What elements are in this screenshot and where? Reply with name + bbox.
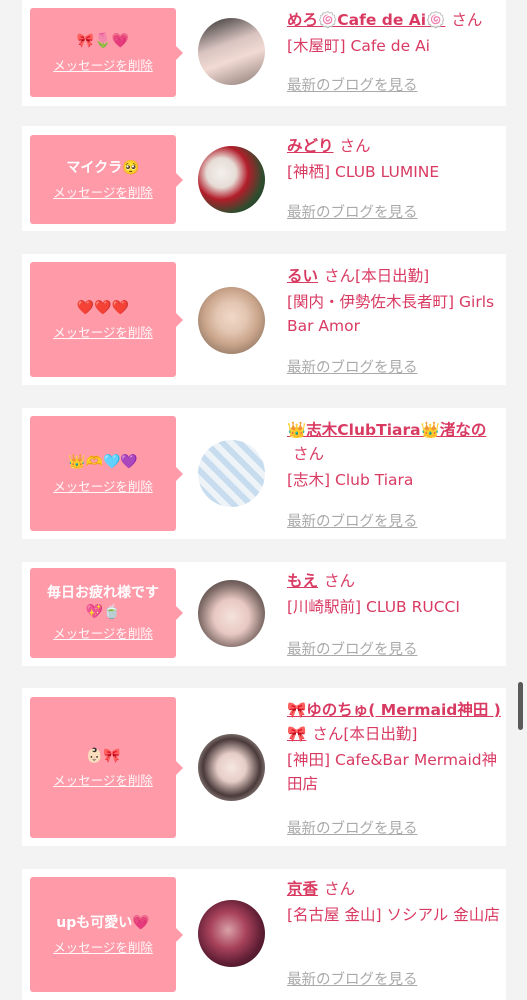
shop-label: [志木] Club Tiara: [287, 471, 414, 489]
avatar[interactable]: [198, 440, 265, 507]
message-bubble: 毎日お疲れ様です💖🍵 メッセージを削除: [30, 568, 183, 658]
delete-message-link[interactable]: メッセージを削除: [53, 626, 153, 642]
latest-blog-link[interactable]: 最新のブログを見る: [287, 74, 418, 95]
latest-blog-link[interactable]: 最新のブログを見る: [287, 356, 418, 377]
status-label: [本日出勤]: [355, 267, 430, 285]
cast-info: 👑志木ClubTiara👑渚なのさん [志木] Club Tiara: [287, 418, 501, 492]
cast-info: るい さん[本日出勤] [関内・伊勢佐木長者町] Girls Bar Amor: [287, 264, 501, 338]
message-text: ❤️❤️❤️: [76, 299, 130, 316]
message-card: 🎀🌷💗 メッセージを削除 めろ🍥Cafe de Ai🍥 さん [木屋町] Cafe…: [22, 0, 506, 106]
shop-label: [川崎駅前] CLUB RUCCI: [287, 598, 460, 616]
status-label: [本日出勤]: [343, 725, 418, 743]
delete-message-link[interactable]: メッセージを削除: [53, 479, 153, 495]
shop-label: [関内・伊勢佐木長者町] Girls Bar Amor: [287, 293, 495, 335]
latest-blog-link[interactable]: 最新のブログを見る: [287, 510, 418, 531]
shop-label: [神栖] CLUB LUMINE: [287, 163, 440, 181]
message-card: upも可愛い💗 メッセージを削除 京香 さん [名古屋 金山] ソシアル 金山店 …: [22, 869, 506, 1000]
message-card: 👶🏻🎀 メッセージを削除 🎀ゆのちゅ( Mermaid神田 )🎀 さん[本日出勤]…: [22, 688, 506, 846]
cast-name-link[interactable]: もえ: [287, 572, 318, 590]
cast-info: 🎀ゆのちゅ( Mermaid神田 )🎀 さん[本日出勤] [神田] Cafe&Ba…: [287, 698, 501, 796]
message-bubble: 🎀🌷💗 メッセージを削除: [30, 8, 183, 97]
avatar[interactable]: [198, 18, 265, 85]
message-text: 👶🏻🎀: [85, 747, 121, 764]
shop-label: [神田] Cafe&Bar Mermaid神田店: [287, 751, 498, 793]
delete-message-link[interactable]: メッセージを削除: [53, 773, 153, 789]
latest-blog-link[interactable]: 最新のブログを見る: [287, 201, 418, 222]
scrollbar[interactable]: [518, 682, 523, 730]
delete-message-link[interactable]: メッセージを削除: [53, 940, 153, 956]
cast-name-link[interactable]: めろ🍥Cafe de Ai🍥: [287, 11, 445, 29]
message-text: 🎀🌷💗: [76, 32, 130, 49]
delete-message-link[interactable]: メッセージを削除: [53, 185, 153, 201]
honorific: さん: [451, 11, 483, 29]
message-card: マイクラ🥺 メッセージを削除 みどり さん [神栖] CLUB LUMINE 最新…: [22, 126, 506, 231]
delete-message-link[interactable]: メッセージを削除: [53, 325, 153, 341]
message-card: 👑🫶🩵💜 メッセージを削除 👑志木ClubTiara👑渚なのさん [志木] Cl…: [22, 408, 506, 539]
avatar[interactable]: [198, 734, 265, 801]
latest-blog-link[interactable]: 最新のブログを見る: [287, 817, 418, 838]
message-text: 毎日お疲れ様です💖🍵: [47, 585, 159, 620]
cast-name-link[interactable]: 👑志木ClubTiara👑渚なの: [287, 421, 486, 439]
message-card: 毎日お疲れ様です💖🍵 メッセージを削除 もえ さん [川崎駅前] CLUB RUC…: [22, 562, 506, 666]
avatar[interactable]: [198, 146, 265, 213]
cast-info: もえ さん [川崎駅前] CLUB RUCCI: [287, 569, 501, 619]
avatar[interactable]: [198, 900, 265, 967]
avatar[interactable]: [198, 287, 265, 354]
message-card: ❤️❤️❤️ メッセージを削除 るい さん[本日出勤] [関内・伊勢佐木長者町] …: [22, 254, 506, 385]
message-text: upも可愛い💗: [56, 914, 150, 931]
message-bubble: upも可愛い💗 メッセージを削除: [30, 877, 183, 992]
message-bubble: ❤️❤️❤️ メッセージを削除: [30, 262, 183, 377]
honorific: さん: [339, 137, 371, 155]
message-bubble: 👶🏻🎀 メッセージを削除: [30, 697, 183, 838]
message-text: マイクラ🥺: [66, 159, 140, 176]
latest-blog-link[interactable]: 最新のブログを見る: [287, 968, 418, 989]
message-bubble: 👑🫶🩵💜 メッセージを削除: [30, 416, 183, 531]
latest-blog-link[interactable]: 最新のブログを見る: [287, 638, 418, 659]
honorific: さん: [324, 572, 356, 590]
cast-name-link[interactable]: るい: [287, 267, 318, 285]
cast-name-link[interactable]: 京香: [287, 880, 318, 898]
honorific: さん: [293, 445, 325, 463]
cast-info: めろ🍥Cafe de Ai🍥 さん [木屋町] Cafe de Ai: [287, 8, 501, 58]
avatar[interactable]: [198, 580, 265, 647]
message-text: 👑🫶🩵💜: [68, 453, 138, 470]
honorific: さん: [312, 725, 344, 743]
cast-info: みどり さん [神栖] CLUB LUMINE: [287, 134, 501, 184]
delete-message-link[interactable]: メッセージを削除: [53, 58, 153, 74]
message-bubble: マイクラ🥺 メッセージを削除: [30, 135, 183, 224]
cast-info: 京香 さん [名古屋 金山] ソシアル 金山店: [287, 877, 501, 927]
shop-label: [名古屋 金山] ソシアル 金山店: [287, 906, 500, 924]
cast-name-link[interactable]: みどり: [287, 137, 334, 155]
honorific: さん: [324, 880, 356, 898]
honorific: さん: [324, 267, 356, 285]
shop-label: [木屋町] Cafe de Ai: [287, 37, 430, 55]
